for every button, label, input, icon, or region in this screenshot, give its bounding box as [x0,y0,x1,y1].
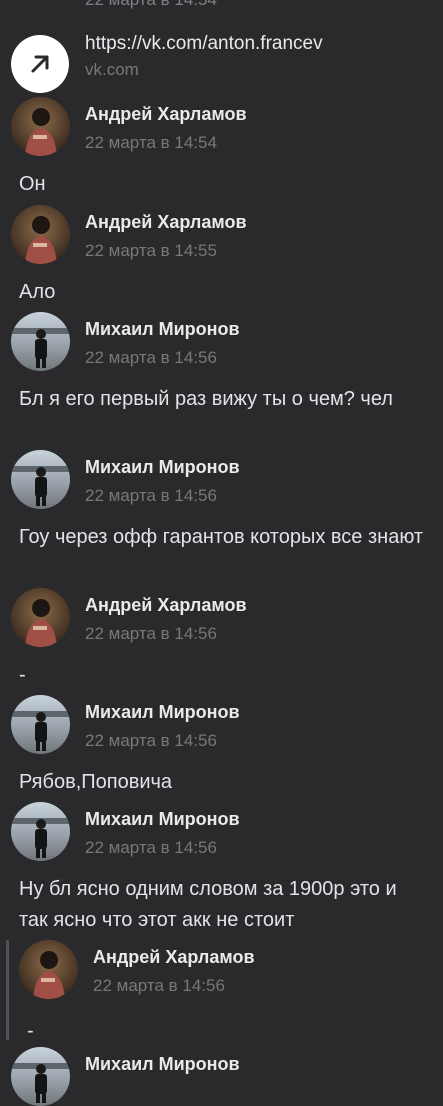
message-text: - [27,1020,34,1042]
message-text: Бл я его первый раз вижу ты о чем? чел [19,388,393,410]
message-text: Ну бл ясно одним словом за 1900р это и т… [19,878,397,931]
message-text: - [19,664,26,686]
message-time: 22 марта в 14:56 [85,348,217,367]
message-text: Гоу через офф гарантов которых все знают [19,526,424,548]
author-name[interactable]: Андрей Харламов [85,212,247,233]
message-time: 22 марта в 14:56 [85,838,217,857]
avatar[interactable] [11,97,70,156]
avatar[interactable] [11,450,70,509]
author-name[interactable]: Андрей Харламов [85,595,247,616]
message-time: 22 марта в 14:54 [85,133,217,152]
message-time: 22 марта в 14:54 [85,0,217,10]
message-time: 22 марта в 14:56 [85,486,217,505]
link-attachment[interactable]: https://vk.com/anton.francev vk.com [11,25,431,93]
avatar[interactable] [11,588,70,647]
link-url[interactable]: https://vk.com/anton.francev [85,33,323,55]
message-time: 22 марта в 14:56 [85,624,217,643]
message-time: 22 марта в 14:56 [93,976,225,995]
external-link-arrow-icon [31,55,49,73]
author-name[interactable]: Михаил Миронов [85,319,240,340]
message-feed[interactable]: 22 марта в 14:54 https://vk.com/anton.fr… [0,0,443,1106]
author-name[interactable]: Михаил Миронов [85,457,240,478]
avatar[interactable] [11,695,70,754]
author-name[interactable]: Михаил Миронов [85,809,240,830]
avatar[interactable] [11,205,70,264]
avatar[interactable] [11,802,70,861]
author-name[interactable]: Андрей Харламов [85,104,247,125]
link-icon-circle[interactable] [11,35,69,93]
message-time: 22 марта в 14:55 [85,241,217,260]
avatar[interactable] [11,312,70,371]
message-text: Ало [19,281,56,303]
message-time: 22 марта в 14:56 [85,731,217,750]
avatar[interactable] [19,940,78,999]
author-name[interactable]: Михаил Миронов [85,1054,240,1075]
author-name[interactable]: Андрей Харламов [93,947,255,968]
quote-bar [6,940,9,1040]
author-name[interactable]: Михаил Миронов [85,702,240,723]
link-domain: vk.com [85,60,139,79]
message-text: Он [19,173,46,195]
message-text: Рябов,Поповича [19,771,173,793]
avatar[interactable] [11,1047,70,1106]
